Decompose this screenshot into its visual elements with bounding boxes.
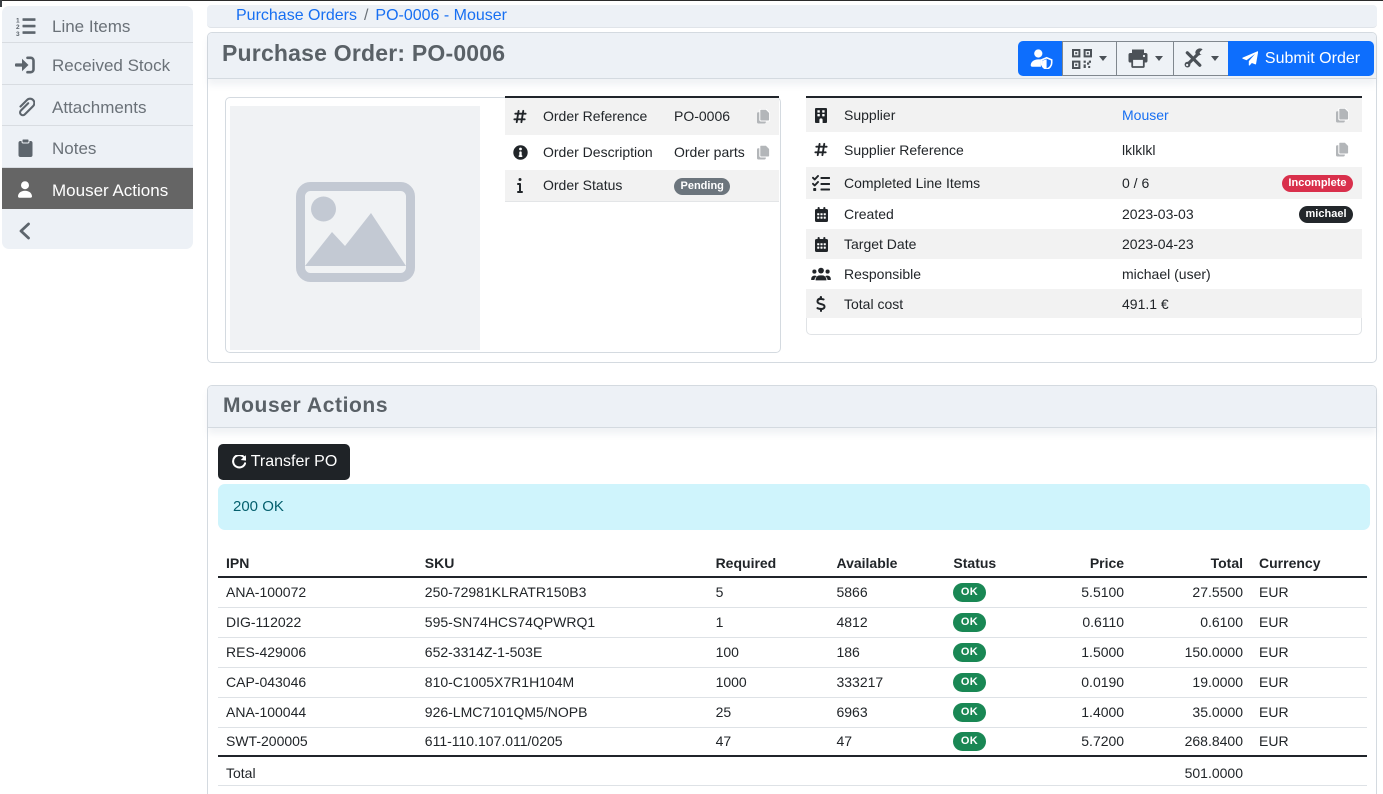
svg-text:3: 3 xyxy=(16,31,20,36)
